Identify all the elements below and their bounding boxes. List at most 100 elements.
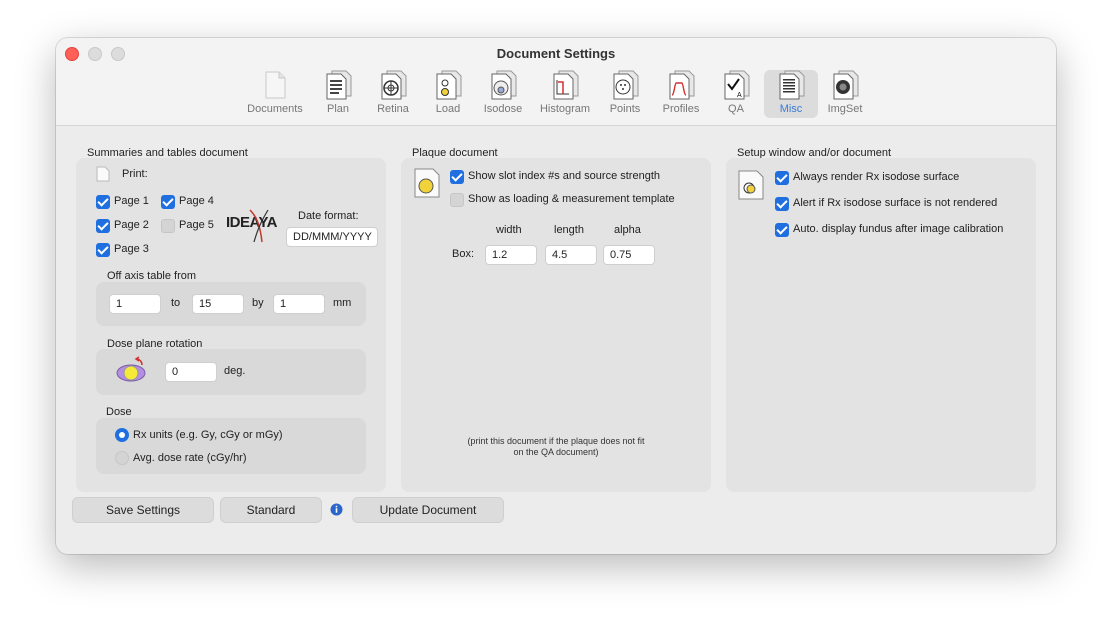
tab-label: QA [728, 103, 744, 115]
rx-units-radio[interactable] [115, 428, 129, 442]
date-format-field[interactable]: DD/MMM/YYYY [286, 227, 378, 247]
plaque-print-note: (print this document if the plaque does … [421, 436, 691, 458]
tab-label: Isodose [483, 103, 523, 115]
alert-rx-checkbox[interactable] [775, 197, 789, 211]
setup-document-icon [738, 170, 764, 200]
plaque-note-line-2: on the QA document) [513, 447, 599, 457]
tab-qa[interactable]: A QA [709, 70, 763, 118]
tab-label: Plan [326, 103, 350, 115]
show-template-label: Show as loading & measurement template [468, 193, 675, 205]
off-axis-to-field[interactable]: 15 [192, 294, 244, 314]
tab-isodose[interactable]: Isodose [476, 70, 530, 118]
standard-button[interactable]: Standard [221, 498, 321, 522]
save-settings-button[interactable]: Save Settings [73, 498, 213, 522]
retina-document-icon [381, 70, 407, 100]
plaque-panel: Show slot index #s and source strength S… [401, 158, 711, 492]
tab-label: Documents [247, 103, 303, 115]
always-render-rx-label: Always render Rx isodose surface [793, 171, 960, 183]
deg-unit-label: deg. [224, 365, 246, 377]
tab-points[interactable]: Points [598, 70, 652, 118]
isodose-document-icon [491, 70, 517, 100]
alert-rx-label: Alert if Rx isodose surface is not rende… [793, 197, 998, 209]
rx-units-label: Rx units (e.g. Gy, cGy or mGy) [133, 429, 283, 441]
page-1-checkbox[interactable] [96, 195, 110, 209]
tab-label: Points [609, 103, 641, 115]
info-icon[interactable] [330, 503, 343, 516]
tab-label: Retina [377, 103, 409, 115]
tab-documents[interactable]: Documents [247, 70, 303, 118]
page-5-label: Page 5 [179, 219, 214, 231]
off-axis-by-field[interactable]: 1 [273, 294, 325, 314]
box-width-header: width [496, 224, 522, 236]
dose-rate-radio[interactable] [115, 451, 129, 465]
rotation-field[interactable]: 0 [165, 362, 217, 382]
rotation-panel: 0 deg. [96, 349, 366, 395]
imgset-document-icon [833, 70, 859, 100]
dose-rate-label: Avg. dose rate (cGy/hr) [133, 452, 247, 464]
show-slot-index-label: Show slot index #s and source strength [468, 170, 661, 182]
page-3-checkbox[interactable] [96, 243, 110, 257]
date-format-label: Date format: [298, 210, 359, 222]
mm-unit-label: mm [333, 297, 352, 309]
tab-profiles[interactable]: Profiles [654, 70, 708, 118]
tab-imgset[interactable]: ImgSet [818, 70, 872, 118]
window-title: Document Settings [496, 46, 616, 61]
load-document-icon [436, 70, 462, 100]
page-5-checkbox[interactable] [161, 219, 175, 233]
box-length-header: length [554, 224, 584, 236]
ideaya-logo-swoosh-icon [249, 209, 269, 243]
show-slot-index-checkbox[interactable] [450, 170, 464, 184]
tab-label: Misc [779, 103, 803, 115]
tab-label: Load [435, 103, 461, 115]
toolbar: Documents Plan Retina Load Isodose Histo… [56, 68, 1056, 120]
dose-title: Dose [106, 406, 132, 418]
tab-plan[interactable]: Plan [311, 70, 365, 118]
tab-retina[interactable]: Retina [366, 70, 420, 118]
box-width-field[interactable]: 1.2 [485, 245, 537, 265]
plan-document-icon [326, 70, 352, 100]
tab-histogram[interactable]: Histogram [534, 70, 596, 118]
tab-label: ImgSet [827, 103, 863, 115]
title-bar: Document Settings Documents Plan Retina … [56, 38, 1056, 126]
page-1-label: Page 1 [114, 195, 149, 207]
show-template-checkbox[interactable] [450, 193, 464, 207]
auto-display-fundus-label: Auto. display fundus after image calibra… [793, 223, 1004, 235]
qa-document-icon: A [724, 70, 750, 100]
by-label: by [252, 297, 264, 309]
tab-misc[interactable]: Misc [764, 70, 818, 118]
page-4-checkbox[interactable] [161, 195, 175, 209]
blank-document-icon [265, 71, 286, 99]
box-alpha-header: alpha [614, 224, 641, 236]
points-document-icon [613, 70, 639, 100]
off-axis-from-field[interactable]: 1 [109, 294, 161, 314]
svg-text:A: A [737, 92, 742, 99]
histogram-document-icon [553, 70, 579, 100]
plaque-note-line-1: (print this document if the plaque does … [467, 436, 645, 446]
page-4-label: Page 4 [179, 195, 214, 207]
print-document-icon [96, 166, 110, 182]
to-label: to [171, 297, 181, 309]
tab-label: Histogram [539, 103, 591, 115]
update-document-button[interactable]: Update Document [353, 498, 503, 522]
plaque-document-icon [414, 168, 440, 198]
setup-panel: Always render Rx isodose surface Alert i… [726, 158, 1036, 492]
profiles-document-icon [669, 70, 695, 100]
tab-load[interactable]: Load [421, 70, 475, 118]
dose-panel: Rx units (e.g. Gy, cGy or mGy) Avg. dose… [96, 418, 366, 474]
auto-display-fundus-checkbox[interactable] [775, 223, 789, 237]
off-axis-panel: 1 to 15 by 1 mm [96, 282, 366, 326]
summaries-panel: Print: Page 1 Page 4 Page 2 Page 5 Page … [76, 158, 386, 492]
page-3-label: Page 3 [114, 243, 149, 255]
settings-content: Summaries and tables document Print: Pag… [56, 126, 1056, 554]
tab-label: Profiles [662, 103, 700, 115]
page-2-checkbox[interactable] [96, 219, 110, 233]
off-axis-title: Off axis table from [107, 270, 197, 282]
box-alpha-field[interactable]: 0.75 [603, 245, 655, 265]
box-length-field[interactable]: 4.5 [545, 245, 597, 265]
misc-document-icon [779, 70, 805, 100]
document-settings-window: Document Settings Documents Plan Retina … [56, 38, 1056, 554]
always-render-rx-checkbox[interactable] [775, 171, 789, 185]
print-label: Print: [122, 168, 148, 180]
rotation-icon [116, 356, 146, 382]
page-2-label: Page 2 [114, 219, 149, 231]
